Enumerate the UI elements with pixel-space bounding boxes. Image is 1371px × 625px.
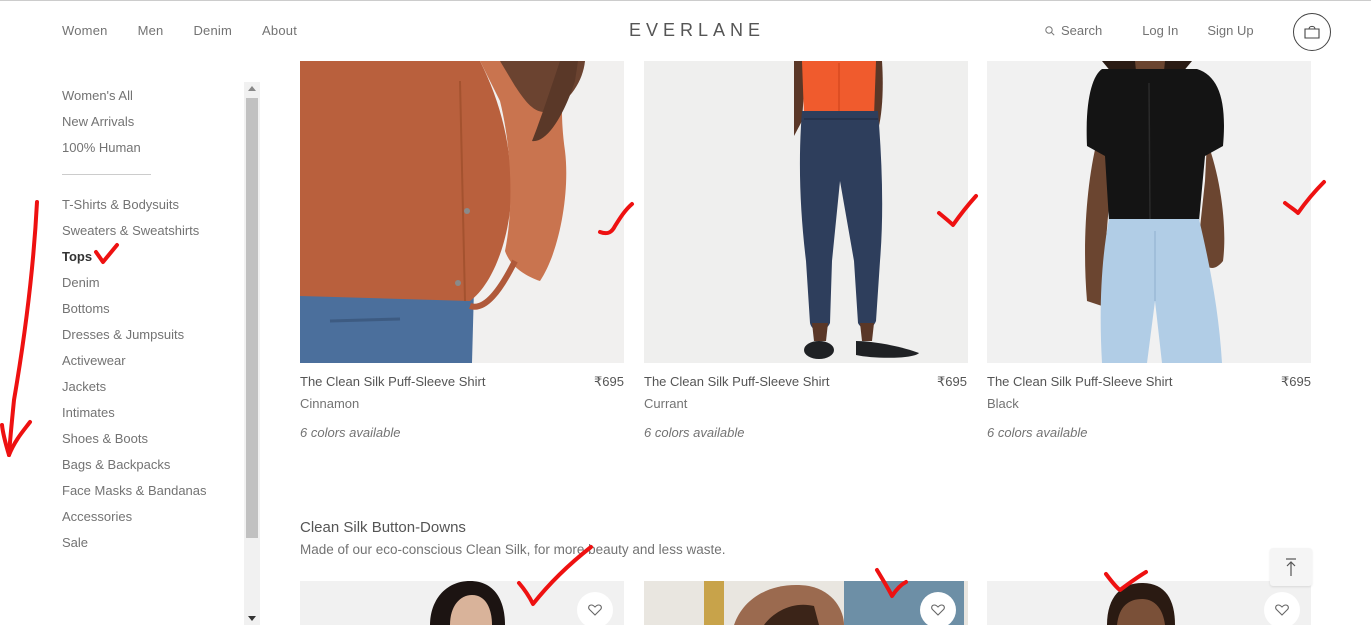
product-name[interactable]: The Clean Silk Puff-Sleeve Shirt: [644, 374, 829, 389]
wishlist-button[interactable]: [577, 592, 613, 625]
sidebar-item-bottoms[interactable]: Bottoms: [62, 301, 110, 316]
sidebar-item-new-arrivals[interactable]: New Arrivals: [62, 114, 134, 129]
cart-button[interactable]: [1293, 13, 1331, 51]
category-sidebar: Women's All New Arrivals 100% Human T-Sh…: [23, 61, 260, 625]
heart-icon: [931, 604, 945, 616]
site-header: Women Men Denim About EVERLANE Search Lo…: [0, 0, 1371, 61]
product-image[interactable]: [987, 581, 1311, 625]
product-price: ₹695: [937, 374, 967, 389]
product-name[interactable]: The Clean Silk Puff-Sleeve Shirt: [987, 374, 1172, 389]
product-availability: 6 colors available: [987, 425, 1088, 440]
model-photo: [987, 581, 1311, 625]
product-image[interactable]: [644, 61, 968, 363]
sidebar-item-sweaters[interactable]: Sweaters & Sweatshirts: [62, 223, 199, 238]
signup-link[interactable]: Sign Up: [1207, 23, 1253, 38]
product-availability: 6 colors available: [644, 425, 745, 440]
sidebar-item-tops[interactable]: Tops: [62, 249, 92, 264]
nav-about[interactable]: About: [262, 23, 297, 38]
login-link[interactable]: Log In: [1142, 23, 1178, 38]
scroll-down-arrow-icon[interactable]: [248, 616, 256, 621]
scrollbar-thumb[interactable]: [246, 98, 258, 538]
heart-icon: [1275, 604, 1289, 616]
product-availability: 6 colors available: [300, 425, 401, 440]
product-image[interactable]: [300, 61, 624, 363]
product-color: Currant: [644, 396, 688, 411]
back-to-top-button[interactable]: [1270, 548, 1312, 586]
wishlist-button[interactable]: [1264, 592, 1300, 625]
sidebar-scrollbar[interactable]: [244, 82, 260, 625]
search-button[interactable]: Search: [1045, 23, 1102, 38]
nav-women[interactable]: Women: [62, 23, 108, 38]
sidebar-item-intimates[interactable]: Intimates: [62, 405, 115, 420]
sidebar-item-accessories[interactable]: Accessories: [62, 509, 132, 524]
product-image[interactable]: [644, 581, 968, 625]
nav-men[interactable]: Men: [138, 23, 164, 38]
wishlist-button[interactable]: [920, 592, 956, 625]
model-photo: [644, 581, 968, 625]
product-color: Cinnamon: [300, 396, 360, 411]
sidebar-item-denim[interactable]: Denim: [62, 275, 100, 290]
model-photo-currant: [644, 61, 968, 363]
product-price: ₹695: [594, 374, 624, 389]
sidebar-item-activewear[interactable]: Activewear: [62, 353, 126, 368]
scroll-up-arrow-icon[interactable]: [248, 86, 256, 91]
arrow-up-icon: [1286, 558, 1296, 576]
search-icon: [1045, 25, 1055, 36]
sidebar-item-sale[interactable]: Sale: [62, 535, 88, 550]
section-subtitle: Made of our eco-conscious Clean Silk, fo…: [300, 542, 726, 557]
sidebar-item-dresses[interactable]: Dresses & Jumpsuits: [62, 327, 184, 342]
heart-icon: [588, 604, 602, 616]
main-nav: Women Men Denim About: [62, 23, 327, 38]
sidebar-item-shoes[interactable]: Shoes & Boots: [62, 431, 148, 446]
model-photo: [300, 581, 624, 625]
sidebar-item-bags[interactable]: Bags & Backpacks: [62, 457, 170, 472]
product-price: ₹695: [1281, 374, 1311, 389]
section-title: Clean Silk Button-Downs: [300, 519, 466, 536]
product-image[interactable]: [987, 61, 1311, 363]
bag-icon: [1304, 25, 1320, 39]
sidebar-item-face-masks[interactable]: Face Masks & Bandanas: [62, 483, 207, 498]
sidebar-item-tshirts[interactable]: T-Shirts & Bodysuits: [62, 197, 179, 212]
sidebar-divider: [62, 174, 151, 175]
product-image[interactable]: [300, 581, 624, 625]
brand-logo[interactable]: EVERLANE: [629, 20, 765, 41]
model-photo-black: [987, 61, 1311, 363]
account-nav: Search Log In Sign Up: [1045, 23, 1254, 38]
sidebar-item-100-human[interactable]: 100% Human: [62, 140, 141, 155]
product-color: Black: [987, 396, 1019, 411]
nav-denim[interactable]: Denim: [193, 23, 232, 38]
product-name[interactable]: The Clean Silk Puff-Sleeve Shirt: [300, 374, 485, 389]
model-photo-cinnamon: [300, 61, 624, 363]
sidebar-item-jackets[interactable]: Jackets: [62, 379, 106, 394]
sidebar-item-womens-all[interactable]: Women's All: [62, 88, 133, 103]
search-label: Search: [1061, 23, 1103, 38]
